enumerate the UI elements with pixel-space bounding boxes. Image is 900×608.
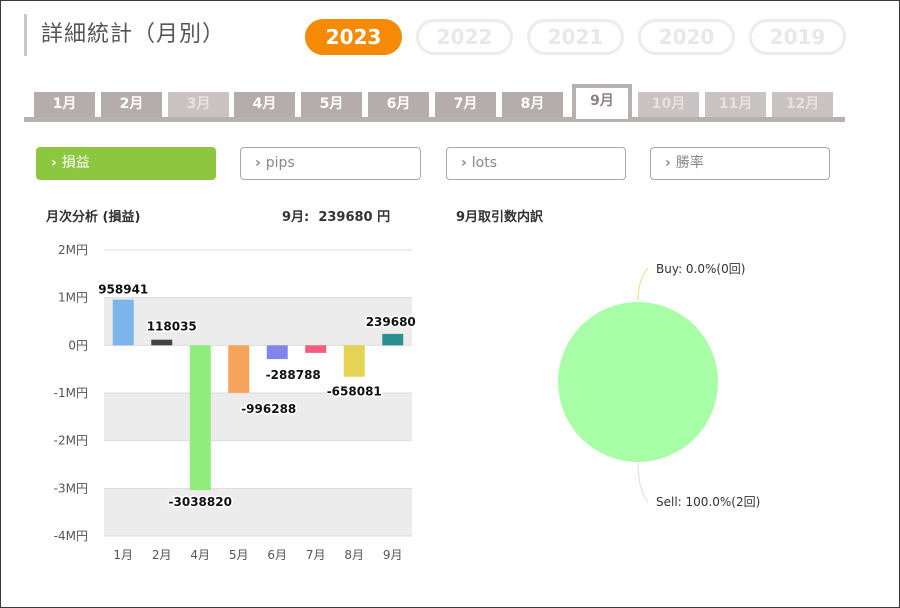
sell-label: Sell: 100.0%(2回): [656, 495, 760, 509]
data-label: 958941: [98, 283, 148, 297]
monthly-profit-bar-chart: 2M円 1M円 0円 -1M円 -2M円 -3M円 -4M円 958941 118035 -30…: [54, 243, 418, 562]
tab-month-5[interactable]: 5月: [301, 92, 362, 117]
y-tick-label: 0円: [68, 338, 88, 352]
x-tick-label: 5月: [229, 548, 249, 562]
chevron-right-icon: ›: [665, 155, 671, 171]
monthly-analysis-title: 月次分析 (損益): [46, 210, 141, 225]
chart-bands: [104, 297, 412, 536]
bar-9月[interactable]: [382, 333, 404, 346]
filter-profit-button[interactable]: › 損益: [36, 147, 216, 180]
bar-2月[interactable]: [151, 339, 173, 346]
filter-lots-button[interactable]: › lots: [446, 147, 626, 180]
y-tick-label: 1M円: [58, 291, 88, 305]
y-tick-label: -3M円: [54, 481, 88, 495]
x-tick-label: 4月: [190, 548, 210, 562]
tab-month-12[interactable]: 12月: [772, 92, 833, 117]
tab-month-7[interactable]: 7月: [435, 92, 496, 117]
sell-leader-line: [637, 461, 649, 503]
tab-month-6[interactable]: 6月: [368, 92, 429, 117]
year-selector: 2023 2022 2021 2020 2019: [305, 19, 846, 55]
bar-5月[interactable]: [228, 345, 250, 393]
tab-month-2[interactable]: 2月: [101, 92, 162, 117]
chart-x-axis: 1月 2月 4月 5月 6月 7月 8月 9月: [113, 548, 402, 562]
x-tick-label: 1月: [113, 548, 133, 562]
data-label: -996288: [241, 402, 296, 416]
chart-y-axis: 2M円 1M円 0円 -1M円 -2M円 -3M円 -4M円: [54, 243, 88, 543]
y-tick-label: 2M円: [58, 243, 88, 257]
month-tabs-baseline: [24, 117, 845, 122]
bar-6月[interactable]: [266, 345, 288, 360]
filter-winrate-button[interactable]: › 勝率: [650, 147, 830, 180]
year-2022-button[interactable]: 2022: [416, 19, 513, 55]
data-label: -658081: [327, 385, 382, 399]
tab-month-11[interactable]: 11月: [705, 92, 766, 117]
filter-pips-label: pips: [265, 155, 295, 171]
year-2019-button[interactable]: 2019: [749, 19, 846, 55]
tab-month-4[interactable]: 4月: [234, 92, 295, 117]
bar-1月[interactable]: [112, 299, 134, 346]
x-tick-label: 9月: [383, 548, 403, 562]
chevron-right-icon: ›: [51, 155, 57, 171]
tab-month-9[interactable]: 9月: [572, 84, 632, 119]
buy-label: Buy: 0.0%(0回): [656, 262, 745, 276]
tab-month-10[interactable]: 10月: [638, 92, 699, 117]
x-tick-label: 6月: [267, 548, 287, 562]
year-2023-button[interactable]: 2023: [305, 19, 402, 55]
buy-leader-line: [637, 267, 649, 301]
summary-month-label: 9月:: [282, 210, 310, 225]
year-2020-button[interactable]: 2020: [638, 19, 735, 55]
x-tick-label: 2月: [152, 548, 172, 562]
chevron-right-icon: ›: [461, 155, 467, 171]
filter-lots-label: lots: [471, 155, 498, 171]
filter-winrate-label: 勝率: [675, 155, 704, 171]
bar-8月[interactable]: [343, 345, 365, 377]
data-label: 239680: [366, 315, 416, 329]
pie-slice-sell[interactable]: [558, 302, 718, 462]
tab-month-1[interactable]: 1月: [34, 92, 95, 117]
data-label: 118035: [147, 319, 197, 333]
trade-breakdown-pie-chart: Buy: 0.0%(0回) Sell: 100.0%(2回): [558, 262, 760, 509]
summary-value: 239680 円: [318, 210, 391, 225]
page-title: 詳細統計（月別）: [24, 14, 225, 56]
tab-month-8[interactable]: 8月: [502, 92, 563, 117]
tab-month-3[interactable]: 3月: [168, 92, 229, 117]
plot-band: [104, 393, 412, 441]
x-tick-label: 8月: [344, 548, 364, 562]
data-label: -288788: [266, 368, 321, 382]
plot-band: [104, 488, 412, 536]
monthly-summary: 9月: 239680 円: [282, 206, 390, 225]
data-label: -3038820: [169, 495, 232, 509]
filter-pips-button[interactable]: › pips: [240, 147, 421, 180]
y-tick-label: -1M円: [54, 386, 88, 400]
x-tick-label: 7月: [306, 548, 326, 562]
bar-4月[interactable]: [189, 345, 211, 491]
y-tick-label: -4M円: [54, 529, 88, 543]
bar-7月[interactable]: [305, 345, 327, 353]
breakdown-title: 9月取引数内訳: [456, 210, 544, 225]
filter-profit-label: 損益: [61, 155, 90, 171]
y-tick-label: -2M円: [54, 434, 88, 448]
chevron-right-icon: ›: [255, 155, 261, 171]
year-2021-button[interactable]: 2021: [527, 19, 624, 55]
